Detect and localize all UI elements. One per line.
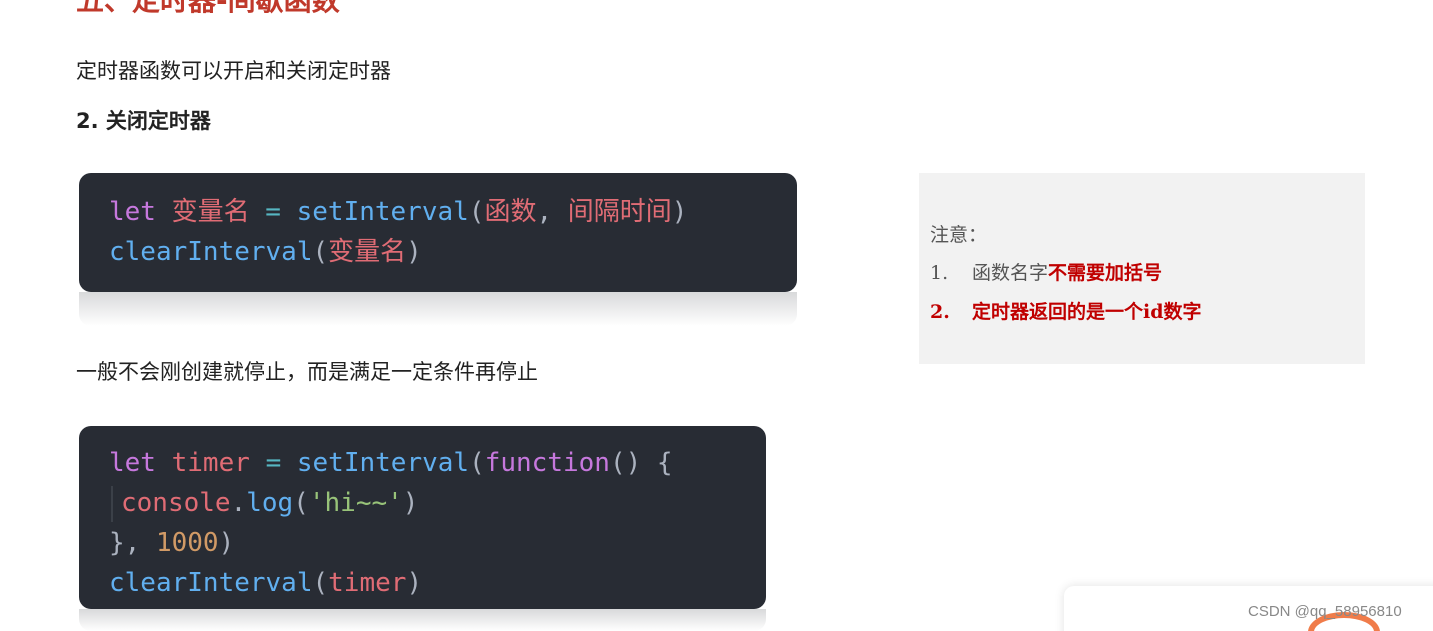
code-punctuation: , [536, 197, 553, 227]
code-punctuation: }, [109, 528, 141, 558]
code-reflection [79, 292, 797, 326]
code-line: }, 1000) [109, 523, 736, 563]
code-punctuation: ( [312, 568, 329, 598]
code-punctuation: ( [468, 197, 485, 227]
code-line: clearInterval(timer) [109, 563, 736, 603]
code-line: console.log('hi~~') [109, 483, 736, 523]
watermark: CSDN @qq_58956810 [1248, 603, 1402, 620]
code-object: console [121, 488, 231, 518]
note-item-number: 1. [930, 262, 949, 284]
code-punctuation: ( [312, 237, 329, 267]
note-item: 2. 定时器返回的是一个id数字 [930, 299, 1202, 325]
code-number: 1000 [155, 528, 219, 558]
code-punctuation: ) [402, 488, 419, 518]
note-item-emphasis: 不需要加括号 [1048, 262, 1163, 284]
code-punctuation: { [656, 448, 673, 478]
code-line: let 变量名 = setInterval(函数, 间隔时间) [109, 192, 767, 232]
code-punctuation: ) [406, 237, 422, 267]
intro-text: 定时器函数可以开启和关闭定时器 [76, 59, 391, 83]
code-argument: 间隔时间 [567, 197, 672, 227]
code-variable: 变量名 [171, 197, 250, 227]
code-punctuation: ) [218, 528, 235, 558]
code-block-clear-interval: let 变量名 = setInterval(函数, 间隔时间) clearInte… [79, 173, 797, 292]
code-variable: timer [171, 448, 250, 478]
note-item-text: 函数名字 [972, 262, 1049, 284]
code-punctuation: ) [671, 197, 688, 227]
code-keyword: let [109, 448, 156, 478]
code-keyword: let [109, 197, 156, 227]
code-argument: 函数 [484, 197, 537, 227]
code-operator: = [265, 197, 281, 227]
code-operator: = [265, 448, 282, 478]
middle-text: 一般不会刚创建就停止，而是满足一定条件再停止 [76, 360, 538, 384]
section-heading: 五、定时器-间歇函数 [76, 0, 340, 17]
note-item-text: 定时器返回的是一个id数字 [972, 301, 1202, 323]
code-function: setInterval [296, 197, 469, 227]
code-function: clearInterval [109, 237, 313, 267]
code-line: let timer = setInterval(function() { [109, 443, 736, 483]
code-keyword: function [484, 448, 610, 478]
code-punctuation: ( [293, 488, 309, 518]
indent-guide [111, 485, 113, 522]
code-argument: timer [328, 568, 407, 598]
code-function: clearInterval [109, 568, 313, 598]
code-reflection [79, 609, 766, 631]
code-function: log [246, 488, 294, 518]
code-punctuation: ) [406, 568, 423, 598]
code-function: setInterval [296, 448, 470, 478]
code-punctuation: () [609, 448, 642, 478]
code-line: clearInterval(变量名) [109, 232, 767, 272]
subheading: 2. 关闭定时器 [76, 109, 211, 133]
code-string: 'hi~~' [308, 488, 403, 518]
note-item: 1. 函数名字不需要加括号 [930, 260, 1162, 286]
code-block-timer-example: let timer = setInterval(function() {cons… [79, 426, 766, 609]
note-item-number: 2. [930, 301, 950, 323]
code-argument: 变量名 [328, 237, 407, 267]
code-punctuation: ( [469, 448, 485, 478]
code-punctuation: . [230, 488, 247, 518]
note-title: 注意： [930, 224, 988, 246]
note-box: 注意： 1. 函数名字不需要加括号 2. 定时器返回的是一个id数字 [919, 173, 1365, 364]
